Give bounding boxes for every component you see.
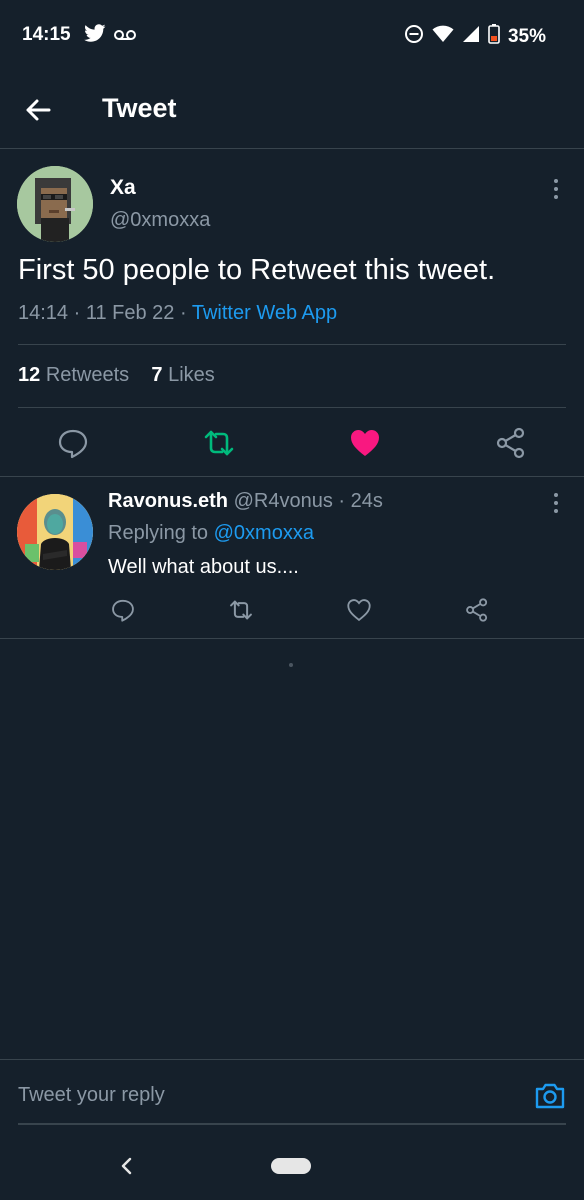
status-bar: 14:15 35% <box>0 0 584 70</box>
reply-icon[interactable] <box>110 597 136 623</box>
retweet-icon[interactable] <box>202 426 236 460</box>
retweets-count: 12 <box>18 364 41 386</box>
nav-home-pill[interactable] <box>271 1158 311 1174</box>
divider <box>0 476 584 477</box>
like-icon[interactable] <box>348 426 382 460</box>
retweets-label: Retweets <box>45 364 130 386</box>
camera-icon[interactable] <box>534 1080 566 1112</box>
author-handle[interactable]: @0xmoxxa <box>110 209 210 232</box>
battery-percent: 35% <box>507 25 546 47</box>
like-icon[interactable] <box>346 597 372 623</box>
tweet-stats: 12 Retweets 7 Likes <box>18 364 215 387</box>
tweet-time: 14:14 <box>18 302 69 324</box>
meta-separator: · <box>180 302 192 324</box>
wifi-icon <box>432 25 454 48</box>
battery-icon <box>488 24 500 49</box>
back-arrow-icon[interactable] <box>24 96 56 124</box>
reply-age: 24s <box>350 490 383 512</box>
tweet-source[interactable]: Twitter Web App <box>192 302 337 324</box>
divider <box>0 638 584 639</box>
share-icon[interactable] <box>464 597 490 623</box>
likes-label: Likes <box>168 364 215 386</box>
voicemail-icon <box>114 28 136 46</box>
divider <box>18 1123 566 1125</box>
reply-header: Ravonus.eth @R4vonus · 24s <box>108 490 383 513</box>
tweet-text: First 50 people to Retweet this tweet. <box>18 254 496 286</box>
status-right: 35% <box>404 24 546 49</box>
meta-separator: · <box>338 490 351 512</box>
reply-author-name[interactable]: Ravonus.eth <box>108 490 228 512</box>
author-name[interactable]: Xa <box>110 176 136 200</box>
more-options-icon[interactable] <box>546 490 566 516</box>
reply-avatar[interactable] <box>17 494 93 570</box>
retweet-icon[interactable] <box>228 597 254 623</box>
replying-to-handle[interactable]: @0xmoxxa <box>214 522 314 544</box>
reply-icon[interactable] <box>56 426 90 460</box>
divider <box>0 1059 584 1060</box>
reply-text: Well what about us.... <box>108 556 299 578</box>
likes-stat[interactable]: 7 Likes <box>151 364 214 386</box>
replying-to-label: Replying to <box>108 522 209 544</box>
reply-input[interactable]: Tweet your reply <box>18 1084 165 1107</box>
share-icon[interactable] <box>494 426 528 460</box>
tweet-meta: 14:14 · 11 Feb 22 · Twitter Web App <box>18 302 337 325</box>
signal-icon <box>462 25 480 48</box>
reply-author-handle[interactable]: @R4vonus <box>234 490 333 512</box>
twitter-icon <box>84 24 106 49</box>
likes-count: 7 <box>151 364 163 386</box>
meta-separator: · <box>73 302 86 324</box>
tweet-date: 11 Feb 22 <box>85 302 175 324</box>
retweets-stat[interactable]: 12 Retweets <box>18 364 129 386</box>
more-options-icon[interactable] <box>546 176 566 202</box>
page-title: Tweet <box>102 93 177 123</box>
author-avatar[interactable] <box>17 166 93 242</box>
replying-to: Replying to @0xmoxxa <box>108 522 314 545</box>
top-app-bar: Tweet <box>0 70 584 149</box>
loading-dot <box>289 663 293 667</box>
nav-back-icon[interactable] <box>116 1154 136 1178</box>
divider <box>18 344 566 345</box>
divider <box>18 407 566 408</box>
status-time: 14:15 <box>22 24 71 45</box>
do-not-disturb-icon <box>404 24 424 49</box>
